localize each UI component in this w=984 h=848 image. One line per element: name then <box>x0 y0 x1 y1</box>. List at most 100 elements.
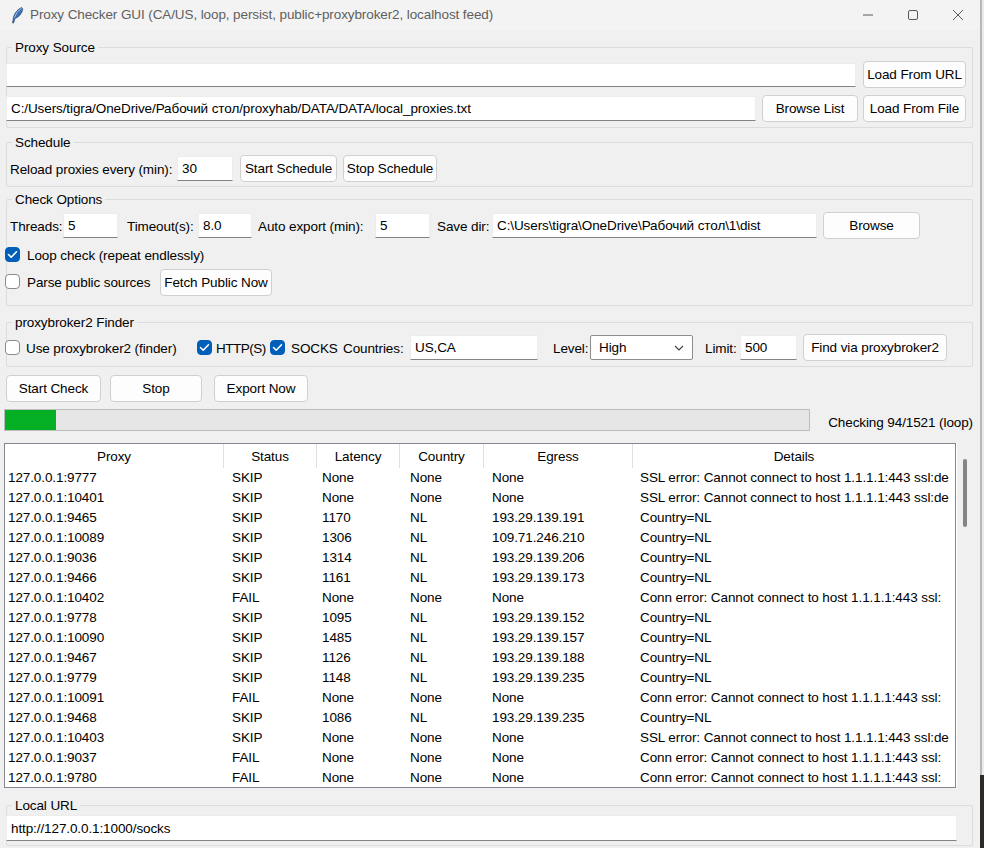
cell-egress: None <box>484 488 633 508</box>
start-schedule-button[interactable]: Start Schedule <box>240 155 337 182</box>
column-header-country[interactable]: Country <box>400 444 484 468</box>
local-url-input[interactable]: http://127.0.0.1:1000/socks <box>6 815 957 841</box>
save-dir-label: Save dir: <box>437 219 489 234</box>
auto-export-input[interactable]: 5 <box>375 213 430 238</box>
table-right-gap <box>956 443 957 789</box>
cell-details: Conn error: Cannot connect to host 1.1.1… <box>633 768 955 788</box>
table-row[interactable]: 127.0.0.1:10402FAILNoneNoneNoneConn erro… <box>5 588 955 608</box>
cell-details: SSL error: Cannot connect to host 1.1.1.… <box>633 488 955 508</box>
cell-latency: None <box>317 768 400 788</box>
cell-details: Country=NL <box>633 708 955 728</box>
cell-latency: 1485 <box>317 628 400 648</box>
find-via-proxybroker2-button[interactable]: Find via proxybroker2 <box>803 334 947 361</box>
cell-details: Conn error: Cannot connect to host 1.1.1… <box>633 688 955 708</box>
window-edge-border <box>980 0 982 848</box>
cell-egress: None <box>484 468 633 488</box>
threads-input[interactable]: 5 <box>63 213 118 238</box>
table-row[interactable]: 127.0.0.1:9037FAILNoneNoneNoneConn error… <box>5 748 955 768</box>
schedule-label: Schedule <box>12 135 74 150</box>
python-feather-icon <box>10 7 25 24</box>
column-header-egress[interactable]: Egress <box>484 444 633 468</box>
column-header-latency[interactable]: Latency <box>317 444 400 468</box>
table-row[interactable]: 127.0.0.1:9467SKIP1126NL193.29.139.188Co… <box>5 648 955 668</box>
column-header-status[interactable]: Status <box>224 444 317 468</box>
cell-egress: 193.29.139.206 <box>484 548 633 568</box>
countries-input[interactable]: US,CA <box>410 335 538 360</box>
column-header-proxy[interactable]: Proxy <box>5 444 224 468</box>
start-check-button[interactable]: Start Check <box>6 375 101 402</box>
stop-button[interactable]: Stop <box>110 375 202 402</box>
limit-input[interactable]: 500 <box>740 335 797 360</box>
cell-proxy: 127.0.0.1:10090 <box>5 628 224 648</box>
close-button[interactable] <box>951 0 965 30</box>
table-row[interactable]: 127.0.0.1:9777SKIPNoneNoneNoneSSL error:… <box>5 468 955 488</box>
cell-latency: None <box>317 748 400 768</box>
cell-country: None <box>400 748 484 768</box>
table-row[interactable]: 127.0.0.1:9779SKIP1148NL193.29.139.235Co… <box>5 668 955 688</box>
level-select[interactable]: High <box>590 335 693 360</box>
socks-checkbox[interactable] <box>270 340 285 355</box>
auto-export-label: Auto export (min): <box>258 219 364 234</box>
table-row[interactable]: 127.0.0.1:10089SKIP1306NL109.71.246.210C… <box>5 528 955 548</box>
http-checkbox[interactable] <box>197 340 212 355</box>
cell-latency: 1314 <box>317 548 400 568</box>
use-finder-checkbox[interactable] <box>5 340 20 355</box>
desktop-behind-window <box>980 775 984 848</box>
limit-label: Limit: <box>705 341 737 356</box>
cell-latency: 1095 <box>317 608 400 628</box>
load-from-file-button[interactable]: Load From File <box>863 95 966 122</box>
url-input[interactable] <box>6 63 856 87</box>
cell-egress: None <box>484 688 633 708</box>
table-row[interactable]: 127.0.0.1:9465SKIP1170NL193.29.139.191Co… <box>5 508 955 528</box>
minimize-button[interactable] <box>861 0 875 30</box>
cell-country: None <box>400 588 484 608</box>
stop-schedule-button[interactable]: Stop Schedule <box>343 155 437 182</box>
column-header-details[interactable]: Details <box>633 444 955 468</box>
table-row[interactable]: 127.0.0.1:9466SKIP1161NL193.29.139.173Co… <box>5 568 955 588</box>
table-row[interactable]: 127.0.0.1:10091FAILNoneNoneNoneConn erro… <box>5 688 955 708</box>
table-row[interactable]: 127.0.0.1:10090SKIP1485NL193.29.139.157C… <box>5 628 955 648</box>
cell-country: NL <box>400 548 484 568</box>
cell-egress: None <box>484 768 633 788</box>
table-row[interactable]: 127.0.0.1:10401SKIPNoneNoneNoneSSL error… <box>5 488 955 508</box>
cell-status: SKIP <box>224 468 317 488</box>
finder-label: proxybroker2 Finder <box>12 315 137 330</box>
browse-button[interactable]: Browse <box>823 212 920 239</box>
cell-proxy: 127.0.0.1:10403 <box>5 728 224 748</box>
table-row[interactable]: 127.0.0.1:9468SKIP1086NL193.29.139.235Co… <box>5 708 955 728</box>
cell-status: FAIL <box>224 768 317 788</box>
cell-status: SKIP <box>224 508 317 528</box>
reload-every-label: Reload proxies every (min): <box>10 162 172 177</box>
cell-country: NL <box>400 508 484 528</box>
table-scrollbar-thumb[interactable] <box>963 459 967 527</box>
timeout-label: Timeout(s): <box>127 219 194 234</box>
export-now-button[interactable]: Export Now <box>214 375 308 402</box>
cell-details: Country=NL <box>633 628 955 648</box>
reload-every-input[interactable]: 30 <box>177 156 233 181</box>
loop-check-checkbox[interactable] <box>5 247 20 262</box>
load-from-url-button[interactable]: Load From URL <box>863 61 966 88</box>
cell-details: Country=NL <box>633 668 955 688</box>
cell-proxy: 127.0.0.1:9037 <box>5 748 224 768</box>
fetch-public-button[interactable]: Fetch Public Now <box>160 269 272 296</box>
table-row[interactable]: 127.0.0.1:9036SKIP1314NL193.29.139.206Co… <box>5 548 955 568</box>
maximize-button[interactable] <box>906 0 920 30</box>
browse-list-button[interactable]: Browse List <box>762 95 858 122</box>
cell-status: SKIP <box>224 668 317 688</box>
parse-public-checkbox[interactable] <box>5 274 20 289</box>
save-dir-input[interactable]: C:\Users\tigra\OneDrive\Рабочий стол\1\d… <box>492 213 817 238</box>
table-row[interactable]: 127.0.0.1:10403SKIPNoneNoneNoneSSL error… <box>5 728 955 748</box>
cell-proxy: 127.0.0.1:9465 <box>5 508 224 528</box>
cell-latency: 1126 <box>317 648 400 668</box>
local-url-label: Local URL <box>12 798 80 813</box>
timeout-input[interactable]: 8.0 <box>198 213 252 238</box>
cell-status: SKIP <box>224 708 317 728</box>
file-path-input[interactable]: C:/Users/tigra/OneDrive/Рабочий стол/pro… <box>6 96 756 121</box>
table-row[interactable]: 127.0.0.1:9780FAILNoneNoneNoneConn error… <box>5 768 955 788</box>
cell-latency: 1170 <box>317 508 400 528</box>
cell-status: FAIL <box>224 588 317 608</box>
cell-proxy: 127.0.0.1:9777 <box>5 468 224 488</box>
progress-fill <box>5 410 56 430</box>
table-row[interactable]: 127.0.0.1:9778SKIP1095NL193.29.139.152Co… <box>5 608 955 628</box>
cell-status: SKIP <box>224 628 317 648</box>
